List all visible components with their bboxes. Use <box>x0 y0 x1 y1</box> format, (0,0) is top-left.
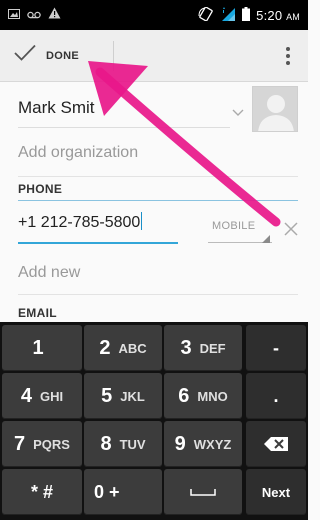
add-organization-link[interactable]: Add organization <box>18 144 138 162</box>
dropdown-corner-icon <box>262 235 270 243</box>
key-letters: TUV <box>119 436 146 452</box>
remove-phone-button[interactable] <box>280 218 302 240</box>
contact-photo-placeholder[interactable] <box>252 86 298 132</box>
backspace-icon <box>264 437 288 451</box>
key-3[interactable]: 3 DEF <box>164 325 242 371</box>
overflow-menu-icon[interactable] <box>268 30 308 82</box>
key-period[interactable]: . <box>246 373 306 419</box>
space-bar-icon <box>190 489 216 496</box>
warning-icon <box>48 6 61 24</box>
done-label: DONE <box>46 49 79 62</box>
screen: 5:20 AM DONE Mark Smit Add organization … <box>0 0 308 520</box>
status-time: 5:20 AM <box>256 8 300 23</box>
numeric-keyboard: 1 2 ABC 3 DEF - 4 GHI 5 JKL 6 MNO . 7 PQRS 8 TU… <box>0 322 308 520</box>
backspace-key[interactable] <box>246 421 306 467</box>
add-new-phone-link[interactable]: Add new <box>18 264 80 282</box>
key-digit: 5 <box>101 384 113 407</box>
status-time-value: 5:20 <box>256 7 283 23</box>
key-digit: 8 <box>100 432 112 455</box>
key-letters: GHI <box>40 388 64 404</box>
next-key[interactable]: Next <box>246 469 306 515</box>
section-divider <box>18 200 298 201</box>
key-letters: WXYZ <box>193 436 232 452</box>
phone-input-underline <box>18 242 178 244</box>
divider <box>18 176 298 177</box>
key-digit: 3 <box>180 336 192 359</box>
name-field[interactable]: Mark Smit <box>18 90 230 128</box>
email-section-label: EMAIL <box>18 306 57 320</box>
voicemail-icon <box>27 6 41 24</box>
divider <box>18 294 298 295</box>
signal-icon <box>220 6 236 24</box>
key-letters: JKL <box>120 388 145 404</box>
chevron-down-icon[interactable] <box>232 104 244 122</box>
key-symbol: . <box>273 385 279 406</box>
close-icon <box>284 222 298 236</box>
key-symbol: * # <box>30 481 54 502</box>
key-7[interactable]: 7 PQRS <box>2 421 82 467</box>
key-letters: DEF <box>199 340 226 356</box>
image-notification-icon <box>8 6 20 24</box>
key-hyphen[interactable]: - <box>246 325 306 371</box>
person-icon <box>258 95 294 131</box>
key-letters: PQRS <box>33 436 70 452</box>
text-cursor <box>141 212 143 230</box>
status-bar: 5:20 AM <box>0 0 308 30</box>
key-5[interactable]: 5 JKL <box>84 373 162 419</box>
phone-type-select[interactable]: MOBILE <box>212 220 255 232</box>
key-0[interactable]: 0 + <box>84 469 162 515</box>
key-digit: 2 <box>99 336 111 359</box>
key-letters: MNO <box>197 388 228 404</box>
key-symbol: 0 + <box>94 481 120 502</box>
action-bar-divider <box>112 40 114 71</box>
done-button[interactable]: DONE <box>0 30 93 82</box>
next-label: Next <box>261 484 291 500</box>
phone-number-value: +1 212-785-5800 <box>18 214 141 231</box>
phone-section-label: PHONE <box>18 182 63 196</box>
key-star-hash[interactable]: * # <box>2 469 82 515</box>
key-1[interactable]: 1 <box>2 325 82 371</box>
key-symbol: - <box>273 337 279 358</box>
status-right-icons: 5:20 AM <box>198 6 308 24</box>
phone-number-input[interactable]: +1 212-785-5800 <box>18 212 143 232</box>
contact-edit-form: Mark Smit Add organization PHONE +1 212-… <box>0 82 308 322</box>
key-digit: 6 <box>178 384 190 407</box>
key-2[interactable]: 2 ABC <box>84 325 162 371</box>
checkmark-icon <box>14 44 36 67</box>
space-key[interactable] <box>164 469 242 515</box>
status-time-ampm: AM <box>286 11 300 22</box>
rotation-icon <box>198 6 214 24</box>
key-letters: ABC <box>118 340 147 356</box>
key-6[interactable]: 6 MNO <box>164 373 242 419</box>
key-4[interactable]: 4 GHI <box>2 373 82 419</box>
battery-icon <box>242 6 251 24</box>
key-digit: 9 <box>174 432 186 455</box>
key-digit: 7 <box>14 432 26 455</box>
key-9[interactable]: 9 WXYZ <box>164 421 242 467</box>
key-digit: 1 <box>32 336 44 359</box>
key-8[interactable]: 8 TUV <box>84 421 162 467</box>
action-bar: DONE <box>0 30 308 82</box>
status-left-icons <box>0 6 61 24</box>
name-input[interactable]: Mark Smit <box>18 98 95 118</box>
key-digit: 4 <box>20 384 32 407</box>
